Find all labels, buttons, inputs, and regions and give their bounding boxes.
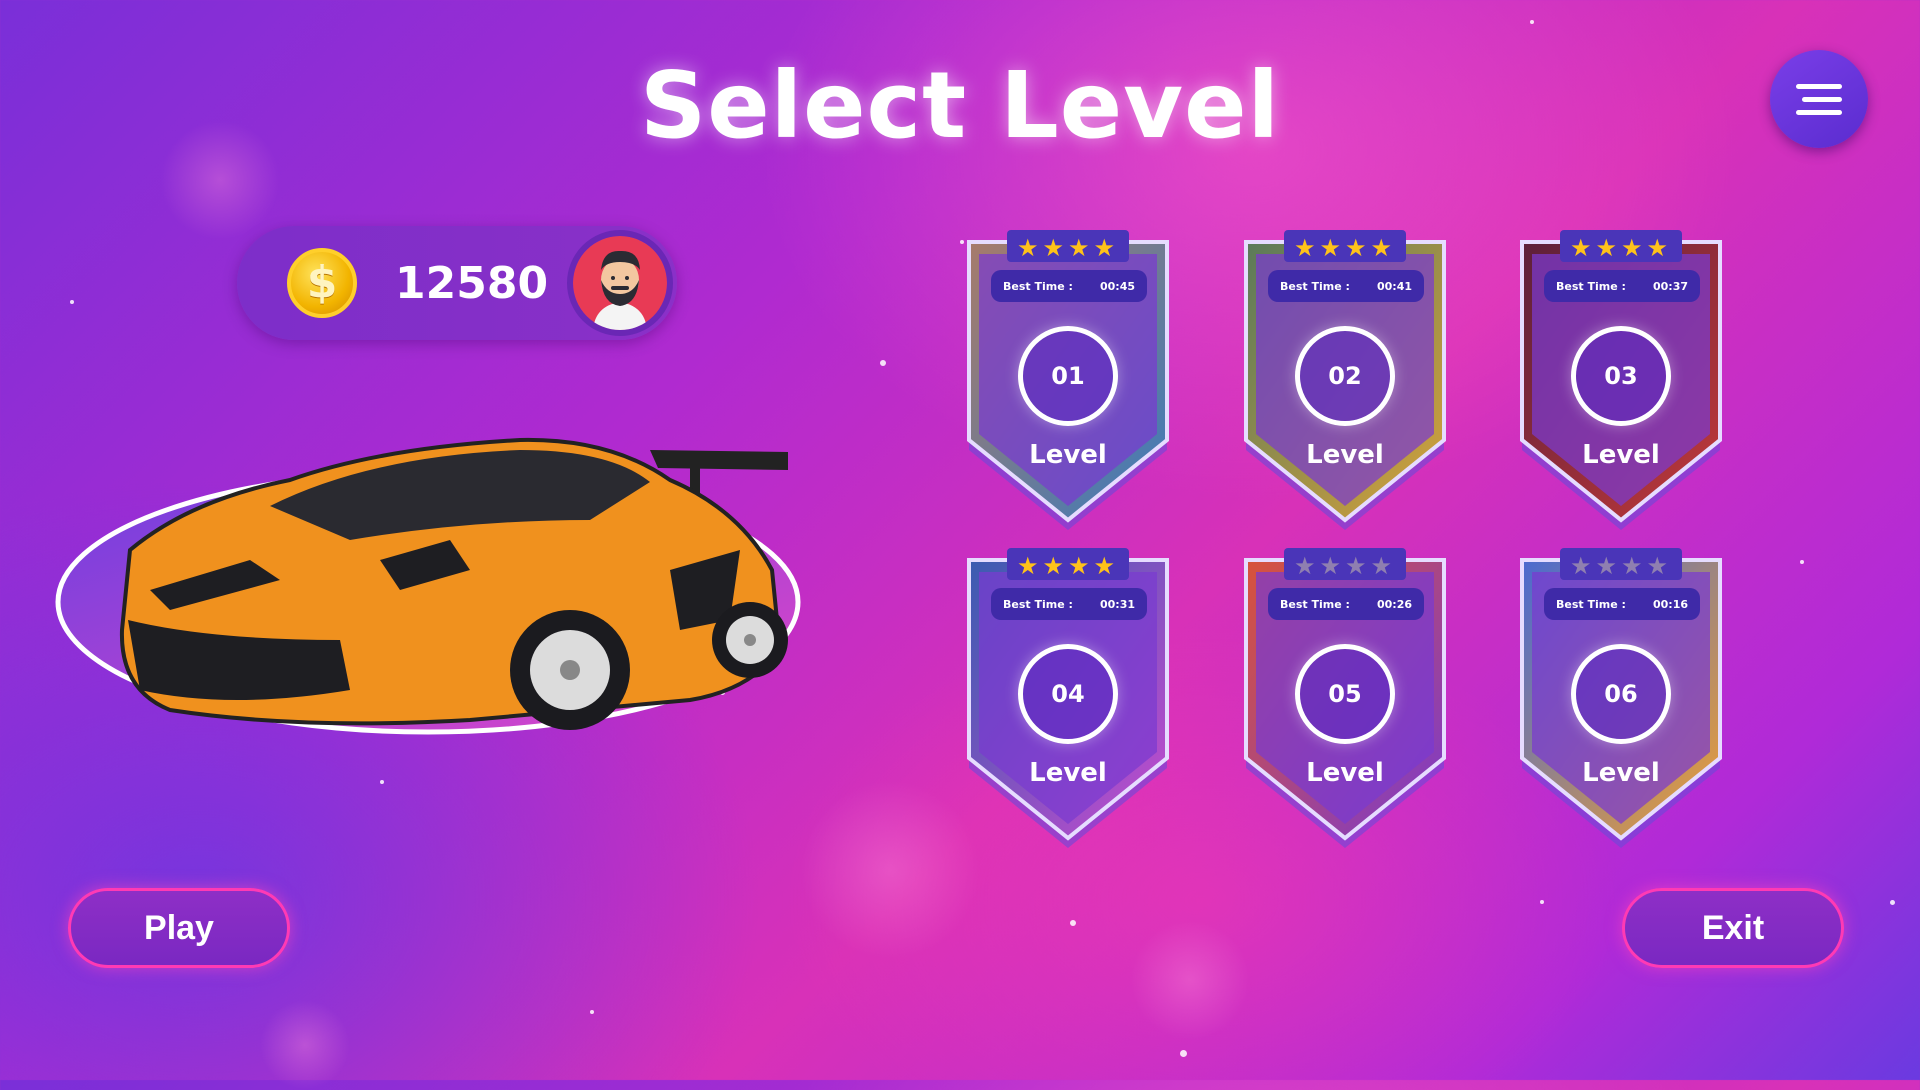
star-icon: ★: [1345, 552, 1371, 580]
star-icon: ★: [1621, 234, 1647, 262]
best-time-value: 00:31: [1099, 597, 1135, 611]
star-icon: ★: [1068, 552, 1094, 580]
star-rating: ★★★★: [1518, 234, 1724, 262]
level-card-06[interactable]: ★★★★ Best Time : 00:16 06 Level: [1518, 548, 1724, 858]
level-number: 05: [1295, 644, 1395, 744]
exit-button[interactable]: Exit: [1622, 888, 1844, 968]
level-label: Level: [1306, 758, 1384, 788]
level-label: Level: [1582, 440, 1660, 470]
level-number: 03: [1571, 326, 1671, 426]
star-icon: ★: [1345, 234, 1371, 262]
star-icon: ★: [1319, 234, 1345, 262]
best-time-label: Best Time :: [1003, 597, 1073, 611]
best-time-badge: Best Time : 00:41: [1268, 270, 1424, 302]
level-label: Level: [1029, 440, 1107, 470]
star-icon: ★: [1370, 234, 1397, 262]
star-rating: ★★★★: [965, 552, 1171, 580]
star-icon: ★: [1293, 552, 1320, 580]
best-time-label: Best Time :: [1556, 597, 1626, 611]
star-icon: ★: [1093, 234, 1120, 262]
star-icon: ★: [1068, 234, 1094, 262]
star-icon: ★: [1569, 552, 1596, 580]
star-icon: ★: [1646, 552, 1673, 580]
star-icon: ★: [1621, 552, 1647, 580]
star-icon: ★: [1042, 234, 1068, 262]
best-time-badge: Best Time : 00:26: [1268, 588, 1424, 620]
level-label: Level: [1306, 440, 1384, 470]
level-card-04[interactable]: ★★★★ Best Time : 00:31 04 Level: [965, 548, 1171, 858]
level-card-03[interactable]: ★★★★ Best Time : 00:37 03 Level: [1518, 230, 1724, 540]
star-rating: ★★★★: [1242, 234, 1448, 262]
star-icon: ★: [1646, 234, 1673, 262]
level-label: Level: [1029, 758, 1107, 788]
best-time-value: 00:16: [1652, 597, 1688, 611]
best-time-value: 00:26: [1376, 597, 1412, 611]
star-icon: ★: [1293, 234, 1320, 262]
best-time-label: Best Time :: [1280, 597, 1350, 611]
star-icon: ★: [1595, 234, 1621, 262]
menu-button[interactable]: [1770, 50, 1868, 148]
player-coin-panel: $ 12580: [237, 226, 677, 340]
level-card-01[interactable]: ★★★★ Best Time : 00:45 01 Level: [965, 230, 1171, 540]
star-icon: ★: [1042, 552, 1068, 580]
best-time-badge: Best Time : 00:16: [1544, 588, 1700, 620]
coin-count: 12580: [395, 258, 549, 309]
star-rating: ★★★★: [965, 234, 1171, 262]
best-time-badge: Best Time : 00:37: [1544, 270, 1700, 302]
best-time-value: 00:41: [1376, 279, 1412, 293]
star-icon: ★: [1093, 552, 1120, 580]
page-title: Select Level: [639, 52, 1281, 159]
hamburger-menu-icon: [1796, 84, 1842, 89]
star-rating: ★★★★: [1242, 552, 1448, 580]
level-label: Level: [1582, 758, 1660, 788]
best-time-value: 00:45: [1099, 279, 1135, 293]
star-icon: ★: [1319, 552, 1345, 580]
best-time-label: Best Time :: [1280, 279, 1350, 293]
coin-icon: $: [287, 248, 357, 318]
level-number: 04: [1018, 644, 1118, 744]
star-icon: ★: [1595, 552, 1621, 580]
bearded-man-avatar-icon[interactable]: [567, 230, 673, 336]
play-button[interactable]: Play: [68, 888, 290, 968]
level-number: 01: [1018, 326, 1118, 426]
best-time-label: Best Time :: [1556, 279, 1626, 293]
star-icon: ★: [1370, 552, 1397, 580]
star-icon: ★: [1016, 552, 1043, 580]
level-number: 02: [1295, 326, 1395, 426]
best-time-value: 00:37: [1652, 279, 1688, 293]
level-card-02[interactable]: ★★★★ Best Time : 00:41 02 Level: [1242, 230, 1448, 540]
selected-car: [50, 420, 810, 750]
hamburger-menu-icon-line: [1802, 97, 1842, 102]
hamburger-menu-icon-line: [1796, 110, 1842, 115]
best-time-label: Best Time :: [1003, 279, 1073, 293]
level-card-05[interactable]: ★★★★ Best Time : 00:26 05 Level: [1242, 548, 1448, 858]
star-rating: ★★★★: [1518, 552, 1724, 580]
star-icon: ★: [1016, 234, 1043, 262]
level-number: 06: [1571, 644, 1671, 744]
best-time-badge: Best Time : 00:31: [991, 588, 1147, 620]
star-icon: ★: [1569, 234, 1596, 262]
best-time-badge: Best Time : 00:45: [991, 270, 1147, 302]
